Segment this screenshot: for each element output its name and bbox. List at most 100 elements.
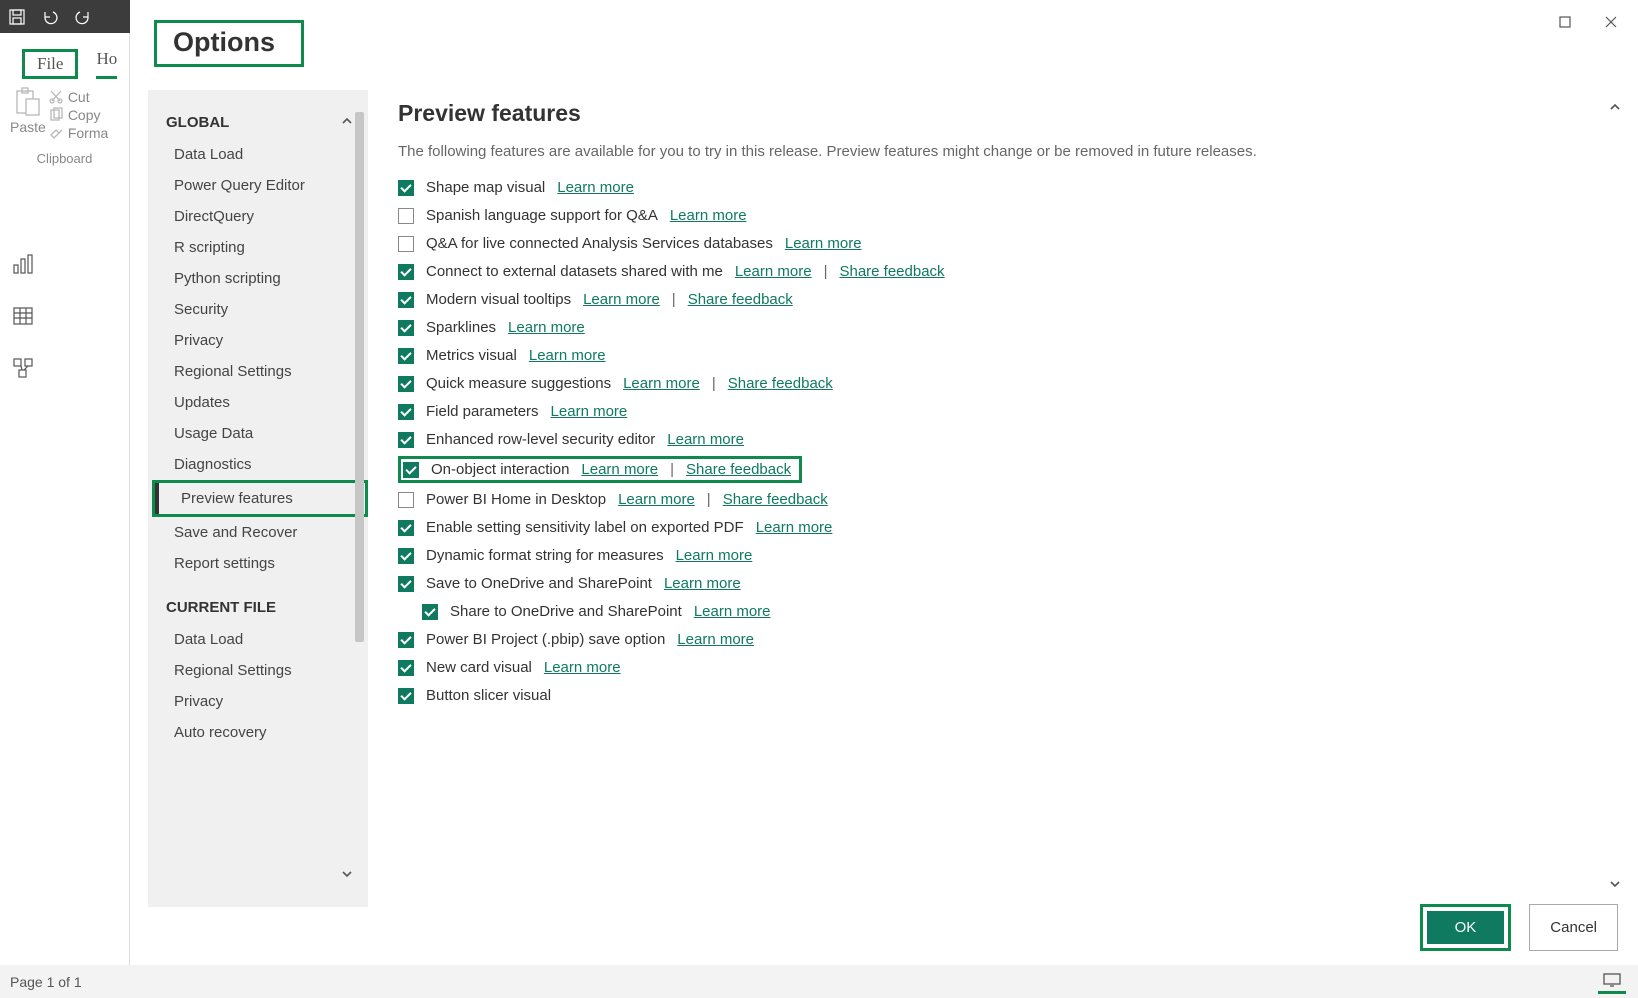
save-icon[interactable] — [0, 0, 33, 33]
feature-checkbox[interactable] — [403, 462, 419, 478]
content-chevron-down-icon[interactable] — [1608, 877, 1626, 897]
learn-more-link[interactable]: Learn more — [551, 403, 628, 420]
feature-label: Shape map visual — [426, 179, 545, 196]
learn-more-link[interactable]: Learn more — [667, 431, 744, 448]
feature-checkbox[interactable] — [398, 548, 414, 564]
separator: | — [672, 291, 676, 308]
learn-more-link[interactable]: Learn more — [544, 659, 621, 676]
sidebar-item-regional-settings[interactable]: Regional Settings — [148, 655, 368, 686]
feature-label: New card visual — [426, 659, 532, 676]
share-feedback-link[interactable]: Share feedback — [723, 491, 828, 508]
ribbon-tab-home[interactable]: Ho — [96, 49, 117, 79]
cut-button[interactable]: Cut — [48, 89, 108, 105]
sidebar-item-auto-recovery[interactable]: Auto recovery — [148, 717, 368, 748]
model-view-icon[interactable] — [0, 342, 45, 394]
feature-label: Sparklines — [426, 319, 496, 336]
undo-icon[interactable] — [33, 0, 66, 33]
sidebar-item-privacy[interactable]: Privacy — [148, 686, 368, 717]
feature-checkbox[interactable] — [398, 404, 414, 420]
feature-label: Connect to external datasets shared with… — [426, 263, 723, 280]
feature-checkbox[interactable] — [398, 432, 414, 448]
share-feedback-link[interactable]: Share feedback — [839, 263, 944, 280]
copy-button[interactable]: Copy — [48, 107, 108, 123]
sidebar-item-report-settings[interactable]: Report settings — [148, 548, 368, 579]
feature-checkbox[interactable] — [398, 320, 414, 336]
sidebar-item-data-load[interactable]: Data Load — [148, 139, 368, 170]
paste-button[interactable]: Paste — [10, 87, 46, 143]
learn-more-link[interactable]: Learn more — [664, 575, 741, 592]
learn-more-link[interactable]: Learn more — [735, 263, 812, 280]
feature-checkbox[interactable] — [398, 660, 414, 676]
feature-row-new-card-visual: New card visual Learn more — [398, 656, 1614, 679]
learn-more-link[interactable]: Learn more — [677, 631, 754, 648]
sidebar-item-privacy[interactable]: Privacy — [148, 325, 368, 356]
learn-more-link[interactable]: Learn more — [670, 207, 747, 224]
learn-more-link[interactable]: Learn more — [623, 375, 700, 392]
sidebar-item-python-scripting[interactable]: Python scripting — [148, 263, 368, 294]
sidebar-item-usage-data[interactable]: Usage Data — [148, 418, 368, 449]
ribbon-tab-file[interactable]: File — [22, 49, 78, 79]
chevron-down-icon[interactable] — [340, 867, 360, 887]
feature-checkbox[interactable] — [398, 180, 414, 196]
share-feedback-link[interactable]: Share feedback — [688, 291, 793, 308]
learn-more-link[interactable]: Learn more — [785, 235, 862, 252]
feature-checkbox[interactable] — [398, 492, 414, 508]
learn-more-link[interactable]: Learn more — [676, 547, 753, 564]
feature-checkbox[interactable] — [398, 264, 414, 280]
feature-row-save-to-onedrive-and-sharepoint: Save to OneDrive and SharePointLearn mor… — [398, 572, 1614, 595]
format-painter-button[interactable]: Forma — [48, 125, 108, 141]
window-maximize-icon[interactable] — [1542, 6, 1588, 38]
report-view-icon[interactable] — [0, 238, 45, 290]
learn-more-link[interactable]: Learn more — [694, 603, 771, 620]
window-close-icon[interactable] — [1588, 6, 1634, 38]
feature-checkbox[interactable] — [398, 520, 414, 536]
feature-checkbox[interactable] — [398, 576, 414, 592]
feature-label: Quick measure suggestions — [426, 375, 611, 392]
feature-checkbox[interactable] — [398, 292, 414, 308]
sidebar-item-power-query-editor[interactable]: Power Query Editor — [148, 170, 368, 201]
sidebar-item-regional-settings[interactable]: Regional Settings — [148, 356, 368, 387]
sidebar-header-current: CURRENT FILE — [148, 593, 368, 624]
feature-checkbox[interactable] — [398, 632, 414, 648]
feature-label: Field parameters — [426, 403, 539, 420]
sidebar-item-save-and-recover[interactable]: Save and Recover — [148, 517, 368, 548]
ribbon-clipboard-group: Paste Cut Copy Forma Clipboard — [0, 79, 129, 174]
status-bar: Page 1 of 1 — [0, 965, 1638, 998]
learn-more-link[interactable]: Learn more — [618, 491, 695, 508]
ok-button[interactable]: OK — [1427, 911, 1505, 944]
sidebar-item-diagnostics[interactable]: Diagnostics — [148, 449, 368, 480]
learn-more-link[interactable]: Learn more — [508, 319, 585, 336]
content-chevron-up-icon[interactable] — [1608, 100, 1626, 120]
paste-label: Paste — [10, 119, 46, 135]
feature-row-enable-setting-sensitivity-label-on-exported-pdf: Enable setting sensitivity label on expo… — [398, 516, 1614, 539]
feature-label: Enhanced row-level security editor — [426, 431, 655, 448]
learn-more-link[interactable]: Learn more — [756, 519, 833, 536]
sidebar-item-directquery[interactable]: DirectQuery — [148, 201, 368, 232]
sidebar-item-data-load[interactable]: Data Load — [148, 624, 368, 655]
feature-checkbox[interactable] — [398, 688, 414, 704]
sidebar-item-security[interactable]: Security — [148, 294, 368, 325]
ok-button-highlight: OK — [1420, 904, 1512, 951]
share-feedback-link[interactable]: Share feedback — [728, 375, 833, 392]
learn-more-link[interactable]: Learn more — [581, 461, 658, 478]
redo-icon[interactable] — [66, 0, 99, 33]
sidebar-item-preview-features[interactable]: Preview features — [155, 483, 365, 514]
feature-checkbox[interactable] — [422, 604, 438, 620]
desktop-layout-view-icon[interactable] — [1598, 970, 1626, 994]
feature-checkbox[interactable] — [398, 348, 414, 364]
feature-checkbox[interactable] — [398, 376, 414, 392]
share-feedback-link[interactable]: Share feedback — [686, 461, 791, 478]
feature-checkbox[interactable] — [398, 208, 414, 224]
sidebar-item-r-scripting[interactable]: R scripting — [148, 232, 368, 263]
feature-label: Dynamic format string for measures — [426, 547, 664, 564]
data-view-icon[interactable] — [0, 290, 45, 342]
feature-checkbox[interactable] — [398, 236, 414, 252]
learn-more-link[interactable]: Learn more — [583, 291, 660, 308]
dialog-title: Options — [154, 20, 304, 67]
learn-more-link[interactable]: Learn more — [529, 347, 606, 364]
cancel-button[interactable]: Cancel — [1529, 904, 1618, 951]
sidebar-scrollbar-thumb[interactable] — [355, 112, 364, 642]
sidebar-item-updates[interactable]: Updates — [148, 387, 368, 418]
learn-more-link[interactable]: Learn more — [557, 179, 634, 196]
feature-row-metrics-visual: Metrics visualLearn more — [398, 344, 1614, 367]
